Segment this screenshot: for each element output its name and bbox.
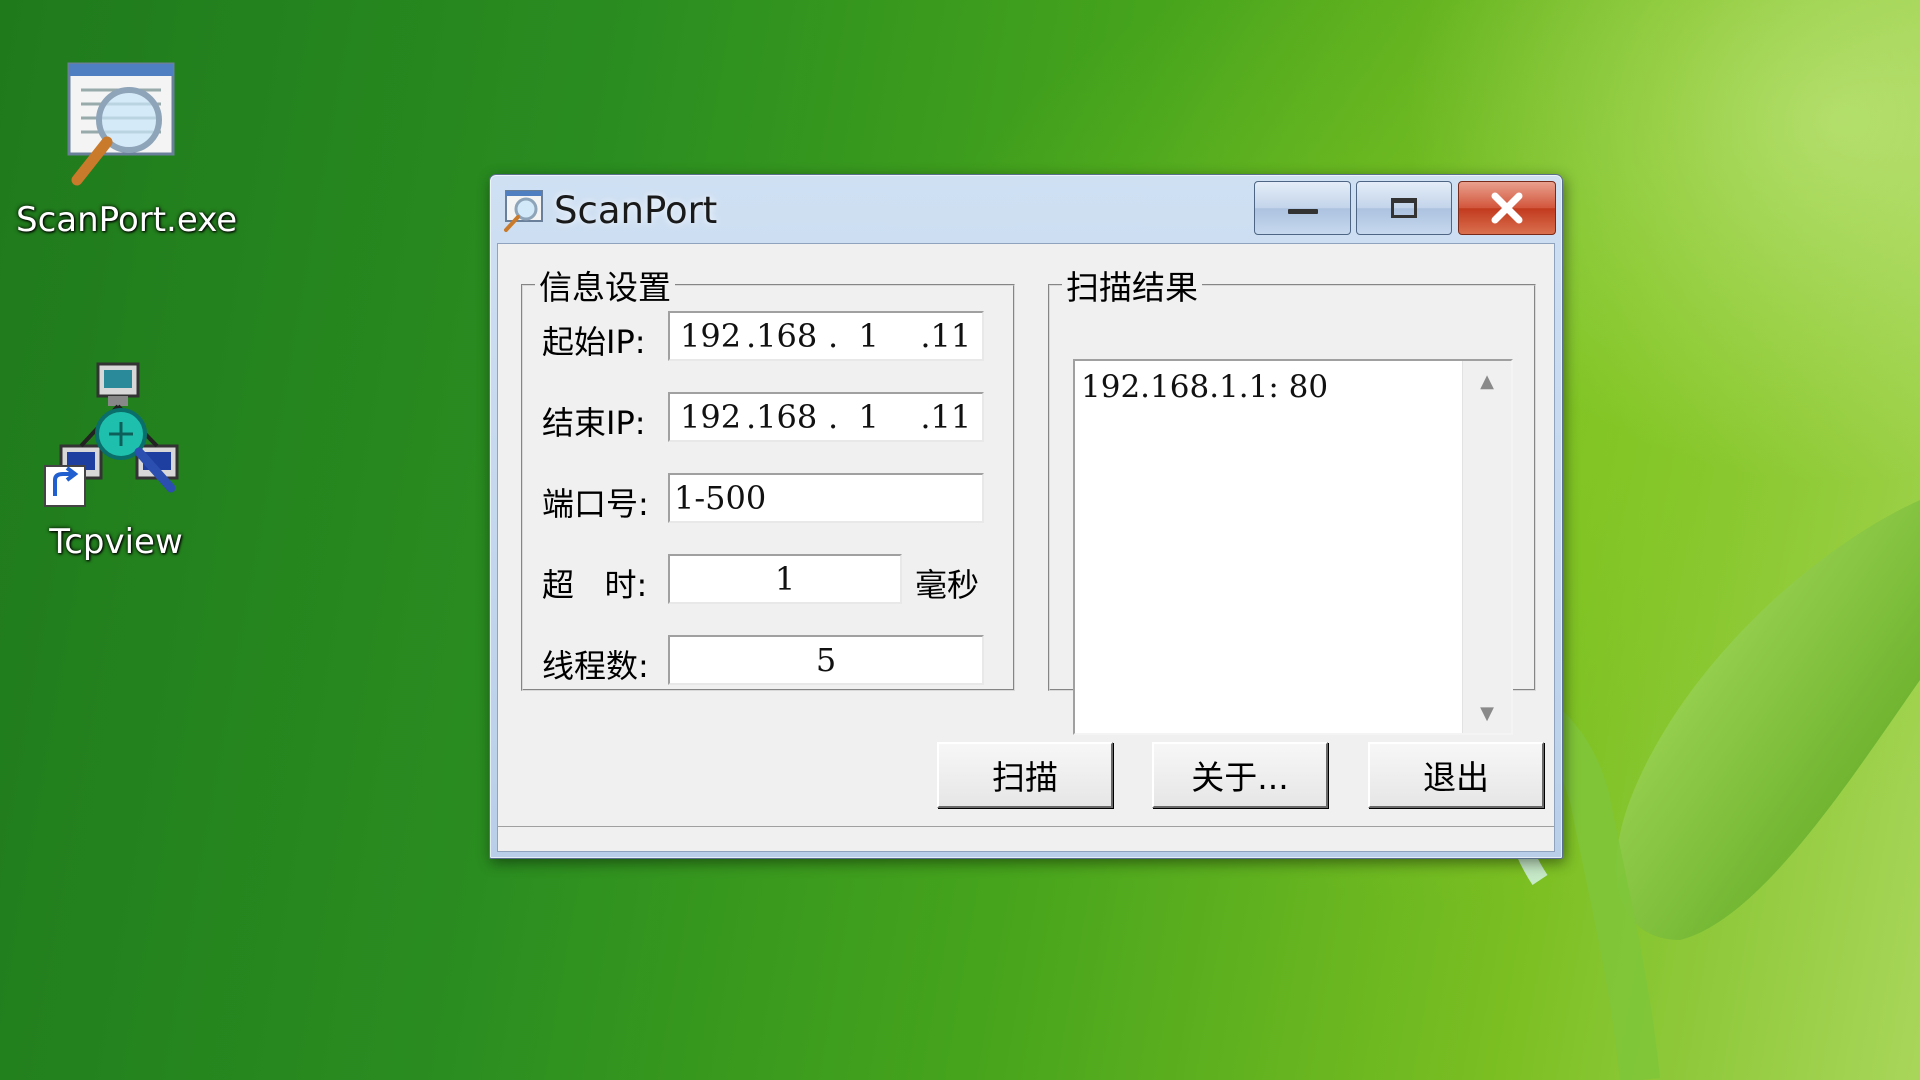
app-magnifier-icon [504, 190, 543, 232]
port-label: 端口号: [542, 485, 649, 523]
ip-octet: 192 [680, 398, 742, 436]
close-icon [1491, 192, 1523, 224]
scanport-window: ScanPort 信息设置 起始IP: 192 .168 . 1 .11 结束I… [489, 174, 1563, 859]
desktop-icon-scanport[interactable]: ScanPort.exe [16, 60, 238, 240]
start-ip-label: 起始IP: [542, 323, 646, 361]
ip-octet: .11 [900, 398, 972, 436]
start-ip-field[interactable]: 192 .168 . 1 .11 [668, 311, 984, 361]
results-listbox[interactable]: 192.168.1.1: 80 ▲ ▼ [1073, 359, 1513, 735]
results-group-legend: 扫描结果 [1066, 268, 1198, 307]
ip-octet: .11 [900, 317, 972, 355]
scroll-down-arrow-icon[interactable]: ▼ [1463, 693, 1511, 733]
port-value: 1-500 [674, 479, 767, 517]
timeout-field[interactable]: 1 [668, 554, 902, 604]
status-bar [498, 826, 1554, 851]
minimize-button[interactable] [1254, 181, 1351, 235]
settings-group-legend: 信息设置 [539, 268, 671, 307]
desktop-icon-label: ScanPort.exe [16, 200, 238, 240]
title-bar[interactable]: ScanPort [490, 175, 1562, 243]
end-ip-label: 结束IP: [542, 404, 646, 442]
timeout-unit: 毫秒 [915, 566, 980, 604]
window-client-area: 信息设置 起始IP: 192 .168 . 1 .11 结束IP: 192 .1… [497, 243, 1555, 852]
threads-value: 5 [815, 641, 837, 679]
about-button[interactable]: 关于... [1152, 742, 1328, 808]
scan-button[interactable]: 扫描 [937, 742, 1113, 808]
scroll-up-arrow-icon[interactable]: ▲ [1463, 361, 1511, 401]
maximize-button[interactable] [1356, 181, 1452, 235]
close-button[interactable] [1458, 181, 1556, 235]
desktop-icon-tcpview[interactable]: Tcpview [16, 362, 216, 562]
timeout-value: 1 [774, 560, 796, 598]
threads-label: 线程数: [542, 647, 649, 685]
exit-button[interactable]: 退出 [1368, 742, 1544, 808]
ip-octet: . 1 [828, 398, 879, 436]
network-computers-icon [44, 362, 179, 507]
window-title: ScanPort [554, 189, 718, 232]
result-line: 192.168.1.1: 80 [1081, 369, 1329, 405]
minimize-icon [1287, 208, 1318, 214]
ip-octet: .168 [746, 317, 818, 355]
results-group: 扫描结果 192.168.1.1: 80 ▲ ▼ [1048, 261, 1536, 735]
maximize-icon [1391, 198, 1417, 218]
results-scrollbar[interactable]: ▲ ▼ [1462, 361, 1511, 733]
magnifier-window-icon [67, 62, 175, 186]
ip-octet: . 1 [828, 317, 879, 355]
timeout-label: 超 时: [542, 566, 648, 604]
end-ip-field[interactable]: 192 .168 . 1 .11 [668, 392, 984, 442]
ip-octet: 192 [680, 317, 742, 355]
threads-field[interactable]: 5 [668, 635, 984, 685]
ip-octet: .168 [746, 398, 818, 436]
port-field[interactable]: 1-500 [668, 473, 984, 523]
desktop-icon-label: Tcpview [49, 522, 183, 562]
